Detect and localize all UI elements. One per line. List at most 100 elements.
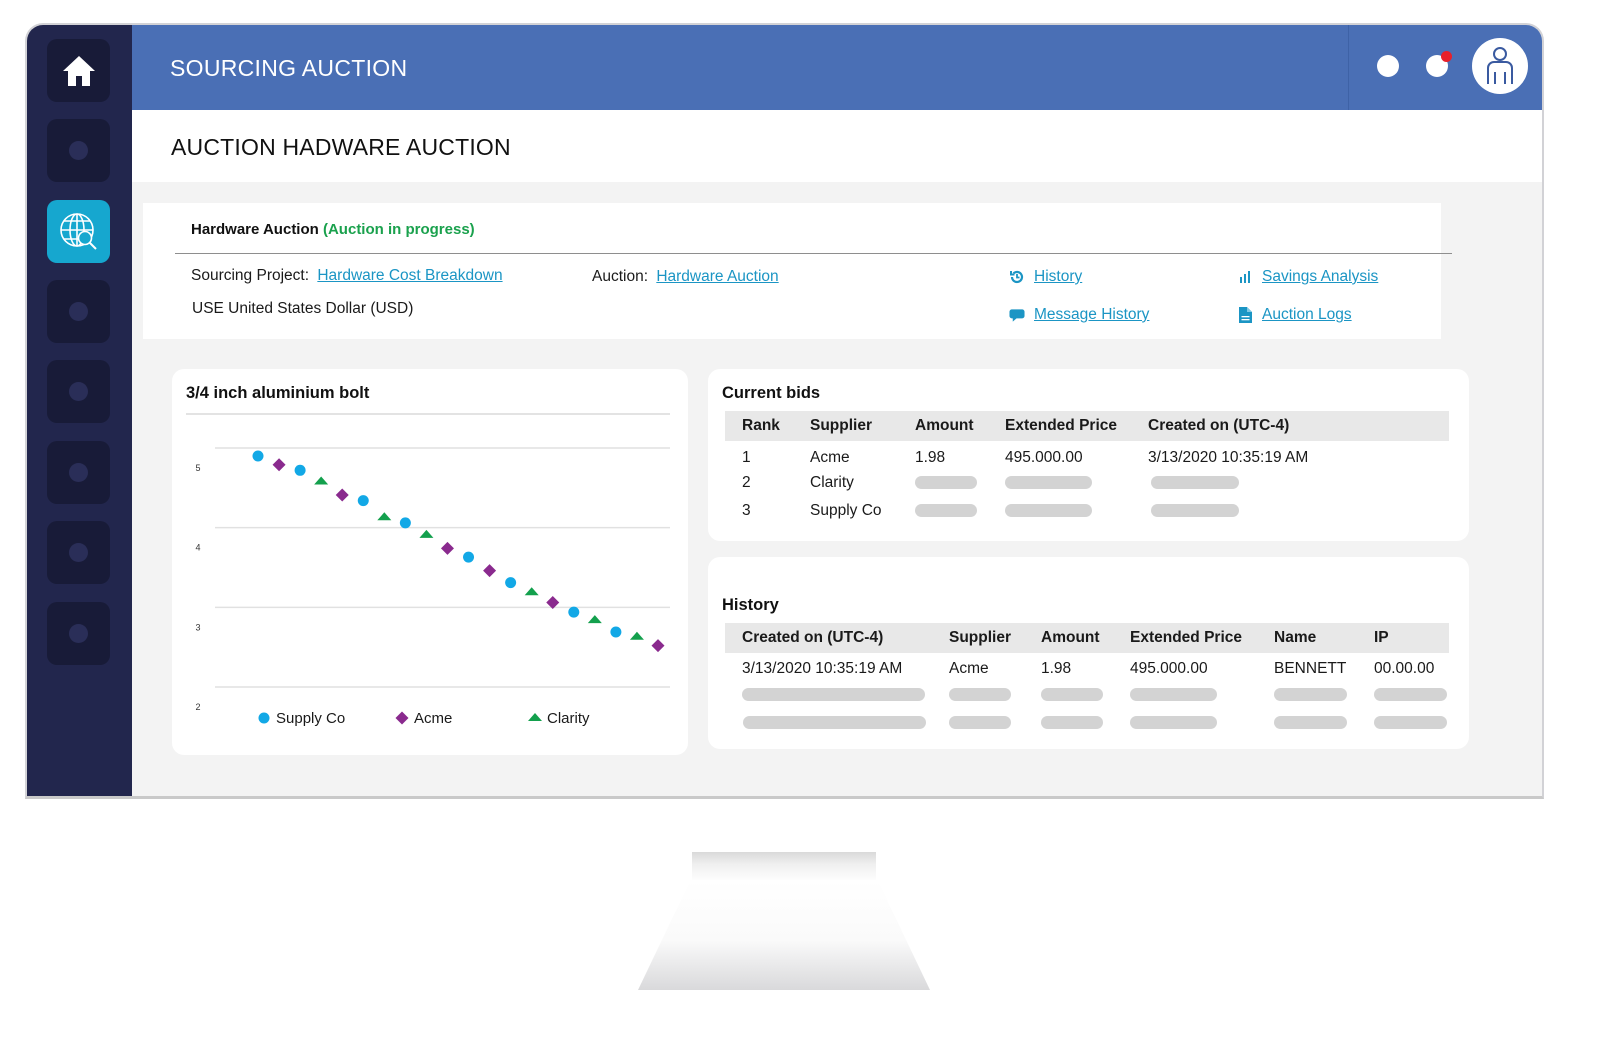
- extended-price-cell: 495.000.00: [1005, 449, 1083, 466]
- created-on-cell: [725, 709, 949, 737]
- y-tick-label: 4: [195, 543, 200, 553]
- data-point-supply-co: [610, 626, 622, 638]
- column-header-supplier[interactable]: Supplier: [949, 623, 1041, 653]
- column-header-extended-price[interactable]: Extended Price: [1130, 623, 1274, 653]
- sourcing-project-link[interactable]: Hardware Cost Breakdown: [317, 267, 502, 284]
- history-icon: [1009, 269, 1025, 285]
- table-row[interactable]: [725, 681, 1449, 709]
- placeholder-bar: [1130, 716, 1217, 730]
- divider: [175, 253, 1452, 254]
- monitor-screen: SOURCING AUCTION AUCTION HADWARE AUCTION…: [25, 23, 1544, 799]
- column-header-created-on[interactable]: Created on (UTC-4): [1148, 411, 1449, 441]
- app-title: SOURCING AUCTION: [170, 55, 408, 81]
- name-cell: [1274, 681, 1374, 709]
- column-header-name[interactable]: Name: [1274, 623, 1374, 653]
- amount-cell: 1.98: [1041, 660, 1072, 677]
- extended-price-cell: 495.000.00: [1130, 660, 1208, 677]
- status-dot-icon[interactable]: [1377, 55, 1399, 77]
- data-point-acme: [651, 639, 665, 653]
- data-point-clarity: [419, 529, 434, 538]
- message-history-link-label[interactable]: Message History: [1034, 306, 1149, 324]
- table-row[interactable]: [725, 709, 1449, 737]
- data-point-clarity: [629, 631, 644, 640]
- sidebar-item-5[interactable]: [47, 360, 110, 423]
- table-row[interactable]: 3/13/2020 10:35:19 AM Acme 1.98 495.000.…: [725, 653, 1449, 681]
- created-on-cell: [725, 681, 949, 709]
- data-point-supply-co: [399, 517, 411, 529]
- y-tick-label: 3: [195, 622, 200, 632]
- column-header-amount[interactable]: Amount: [915, 411, 1005, 441]
- home-icon: [62, 55, 95, 86]
- sidebar-item-4[interactable]: [47, 280, 110, 343]
- placeholder-bar: [1274, 688, 1347, 702]
- current-bids-card: Current bids Rank Supplier Amount Extend…: [708, 369, 1469, 541]
- history-table: Created on (UTC-4) Supplier Amount Exten…: [725, 623, 1449, 737]
- history-card: History Created on (UTC-4) Supplier Amou…: [708, 557, 1469, 749]
- savings-analysis-link-label[interactable]: Savings Analysis: [1262, 268, 1378, 286]
- table-header-row: Rank Supplier Amount Extended Price Crea…: [725, 411, 1449, 441]
- placeholder-bar: [1151, 504, 1239, 518]
- placeholder-bar: [743, 716, 926, 730]
- data-point-supply-co: [568, 606, 580, 618]
- history-link-label[interactable]: History: [1034, 268, 1082, 286]
- placeholder-bar: [1005, 476, 1092, 490]
- legend-marker-supply-co: [258, 712, 270, 724]
- placeholder-bar: [949, 688, 1011, 702]
- sourcing-project-label: Sourcing Project:: [191, 267, 310, 284]
- rank-cell: 1: [742, 449, 751, 466]
- column-header-extended-price[interactable]: Extended Price: [1005, 411, 1148, 441]
- auction-info-card: Hardware Auction (Auction in progress) S…: [143, 203, 1452, 339]
- table-row[interactable]: 3 Supply Co: [725, 497, 1449, 525]
- placeholder-bar: [1041, 716, 1103, 730]
- auction-logs-link[interactable]: Auction Logs: [1237, 306, 1352, 324]
- sidebar-item-8[interactable]: [47, 602, 110, 665]
- column-header-supplier[interactable]: Supplier: [810, 411, 915, 441]
- amount-cell: [1041, 709, 1130, 737]
- bar-chart-icon: [1237, 269, 1253, 285]
- sidebar-item-2[interactable]: [47, 119, 110, 182]
- topbar-divider: [1348, 25, 1349, 110]
- placeholder-icon: [69, 543, 88, 562]
- auction-heading: Hardware Auction (Auction in progress): [191, 221, 475, 238]
- column-header-rank[interactable]: Rank: [725, 411, 810, 441]
- placeholder-icon: [69, 463, 88, 482]
- amount-cell: [915, 497, 1005, 525]
- history-link[interactable]: History: [1009, 268, 1082, 286]
- user-avatar[interactable]: [1472, 38, 1528, 94]
- supplier-cell: Acme: [810, 449, 850, 466]
- legend-label-clarity: Clarity: [547, 710, 590, 727]
- currency: USE United States Dollar (USD): [192, 300, 414, 317]
- table-row[interactable]: 2 Clarity: [725, 469, 1449, 497]
- current-bids-title: Current bids: [722, 384, 821, 402]
- monitor-stand-base: [638, 880, 930, 990]
- auction-link[interactable]: Hardware Auction: [656, 268, 778, 285]
- sidebar-item-home[interactable]: [47, 39, 110, 102]
- legend-label-acme: Acme: [414, 710, 452, 727]
- column-header-ip[interactable]: IP: [1374, 623, 1449, 653]
- column-header-amount[interactable]: Amount: [1041, 623, 1130, 653]
- auction-status: (Auction in progress): [322, 221, 475, 238]
- placeholder-bar: [1374, 716, 1447, 730]
- sidebar-item-6[interactable]: [47, 441, 110, 504]
- message-history-link[interactable]: Message History: [1009, 306, 1149, 324]
- user-avatar-icon: [1487, 47, 1513, 84]
- data-point-supply-co: [294, 464, 306, 476]
- sidebar-item-sourcing[interactable]: [47, 200, 110, 263]
- page-header: AUCTION HADWARE AUCTION: [132, 110, 1542, 182]
- supplier-cell: [949, 681, 1041, 709]
- placeholder-bar: [1274, 716, 1347, 730]
- sidebar-item-7[interactable]: [47, 521, 110, 584]
- savings-analysis-link[interactable]: Savings Analysis: [1237, 268, 1378, 286]
- rank-cell: 2: [742, 474, 751, 491]
- y-tick-label: 2: [195, 702, 200, 712]
- column-header-created-on[interactable]: Created on (UTC-4): [725, 623, 949, 653]
- table-row[interactable]: 1 Acme 1.98 495.000.00 3/13/2020 10:35:1…: [725, 441, 1449, 469]
- placeholder-bar: [1005, 504, 1092, 518]
- auction-logs-link-label[interactable]: Auction Logs: [1262, 306, 1352, 324]
- placeholder-bar: [915, 504, 977, 518]
- data-point-clarity: [587, 615, 602, 624]
- monitor-stand-neck: [692, 852, 876, 882]
- globe-search-icon: [59, 212, 97, 250]
- chat-bubble-icon: [1009, 307, 1025, 323]
- placeholder-bar: [915, 476, 977, 490]
